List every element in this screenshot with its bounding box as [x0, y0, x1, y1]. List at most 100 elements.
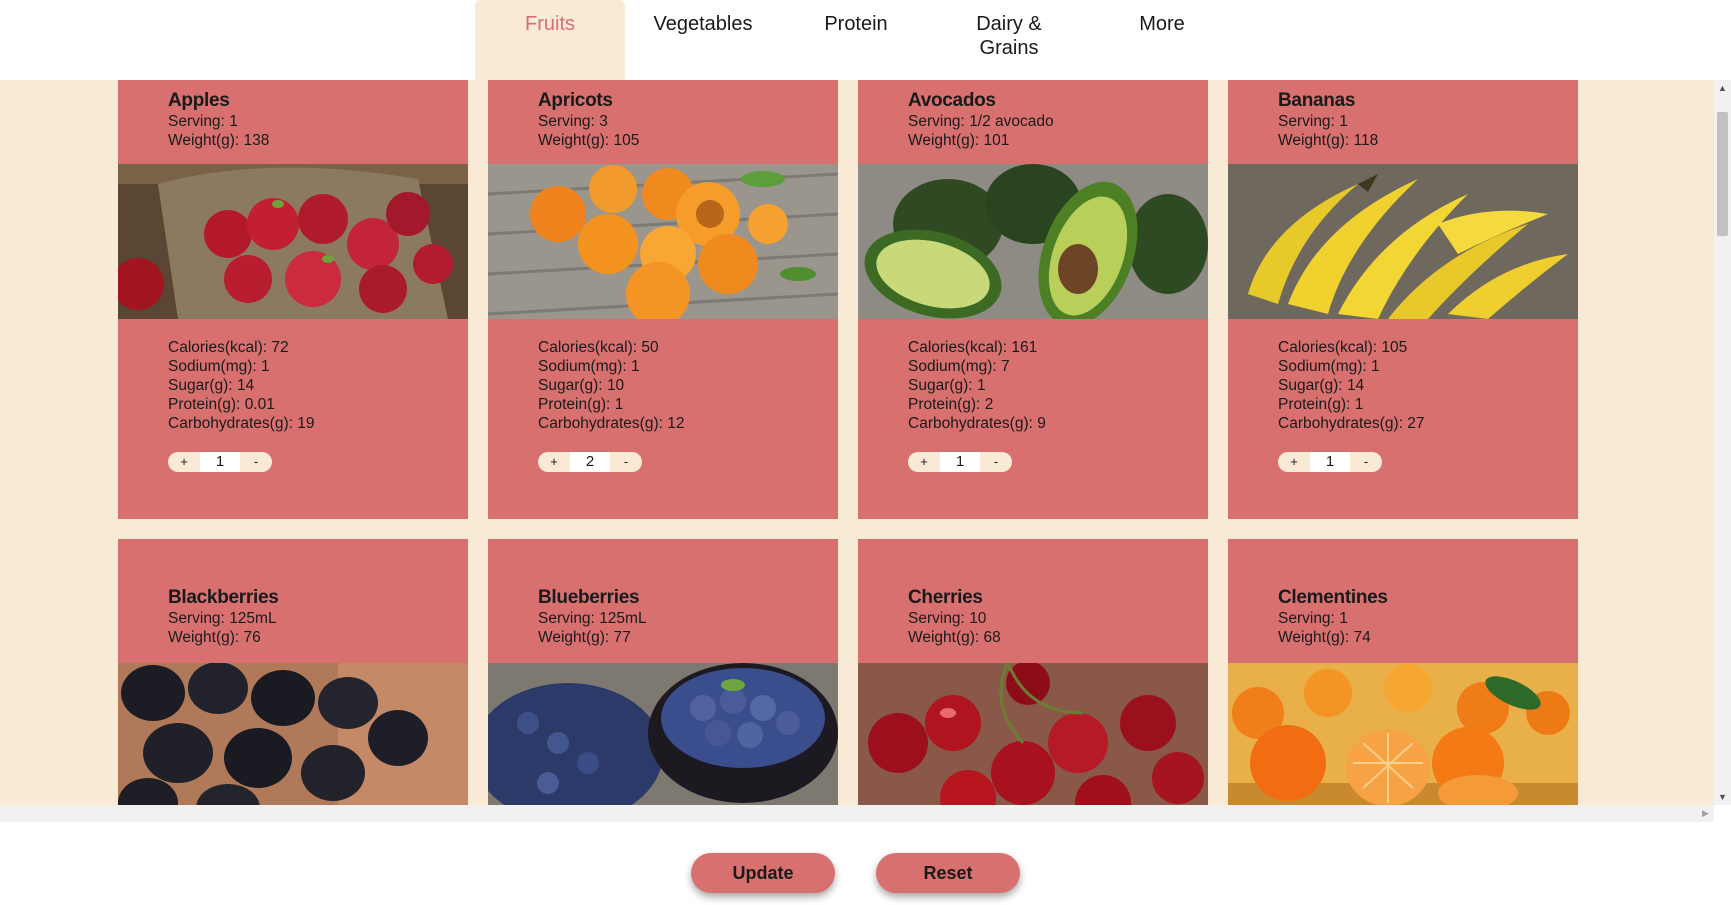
sodium-line: Sodium(mg): 7	[908, 357, 1198, 376]
calories-label: Calories(kcal):	[168, 339, 268, 356]
tab-more[interactable]: More	[1087, 0, 1237, 80]
quantity-value[interactable]: 1	[1310, 452, 1350, 472]
triangle-right-icon[interactable]: ▶	[1697, 805, 1714, 822]
serving-line: Serving: 125mL	[538, 609, 828, 628]
quantity-stepper: + 1 -	[1278, 452, 1382, 472]
food-name: Blueberries	[538, 587, 640, 608]
serving-label: Serving:	[1278, 113, 1335, 130]
nutrition-facts: Calories(kcal): 50 Sodium(mg): 1 Sugar(g…	[538, 338, 828, 433]
serving-label: Serving:	[168, 113, 225, 130]
weight-label: Weight(g):	[908, 629, 980, 646]
weight-line: Weight(g): 138	[168, 131, 458, 150]
serving-value: 1	[1339, 610, 1348, 627]
protein-label: Protein(g):	[908, 396, 981, 413]
weight-label: Weight(g):	[538, 132, 610, 149]
sugar-label: Sugar(g):	[1278, 377, 1343, 394]
vertical-scrollbar[interactable]: ▲ ▼	[1714, 80, 1731, 805]
quantity-stepper: + 1 -	[908, 452, 1012, 472]
weight-line: Weight(g): 76	[168, 628, 458, 647]
sugar-value: 10	[606, 377, 625, 394]
decrement-button[interactable]: -	[1350, 452, 1382, 472]
card-header: Apples Serving: 1 Weight(g): 138	[168, 90, 458, 150]
calories-label: Calories(kcal):	[908, 339, 1008, 356]
serving-line: Serving: 1	[1278, 609, 1568, 628]
increment-button[interactable]: +	[168, 452, 200, 472]
serving-label: Serving:	[168, 610, 225, 627]
calories-line: Calories(kcal): 50	[538, 338, 828, 357]
calories-label: Calories(kcal):	[538, 339, 638, 356]
weight-value: 68	[983, 629, 1001, 646]
food-card-blueberries: Blueberries Serving: 125mL Weight(g): 77	[488, 539, 838, 805]
quantity-value[interactable]: 1	[940, 452, 980, 472]
serving-line: Serving: 1	[168, 112, 458, 131]
carbohydrates-label: Carbohydrates(g):	[538, 415, 663, 432]
calories-label: Calories(kcal):	[1278, 339, 1378, 356]
triangle-down-icon[interactable]: ▼	[1714, 789, 1731, 805]
weight-line: Weight(g): 118	[1278, 131, 1568, 150]
tab-vegetables[interactable]: Vegetables	[628, 0, 778, 80]
decrement-button[interactable]: -	[240, 452, 272, 472]
card-header: Clementines Serving: 1 Weight(g): 74	[1278, 587, 1568, 647]
triangle-up-icon[interactable]: ▲	[1714, 80, 1731, 96]
sodium-line: Sodium(mg): 1	[538, 357, 828, 376]
decrement-button[interactable]: -	[610, 452, 642, 472]
food-name: Apricots	[538, 90, 613, 111]
food-name: Avocados	[908, 90, 996, 111]
food-name: Cherries	[908, 587, 983, 608]
horizontal-scrollbar[interactable]: ▶	[0, 805, 1714, 822]
weight-label: Weight(g):	[538, 629, 610, 646]
bananas-photo	[1228, 164, 1578, 319]
sugar-label: Sugar(g):	[538, 377, 603, 394]
serving-value: 1	[1339, 113, 1348, 130]
sugar-label: Sugar(g):	[908, 377, 973, 394]
protein-value: 0.01	[244, 396, 275, 413]
serving-value: 3	[599, 113, 608, 130]
weight-value: 77	[613, 629, 631, 646]
update-button[interactable]: Update	[691, 853, 835, 893]
serving-label: Serving:	[1278, 610, 1335, 627]
increment-button[interactable]: +	[908, 452, 940, 472]
food-grid: Apples Serving: 1 Weight(g): 138 Calorie…	[0, 80, 1731, 805]
carbohydrates-label: Carbohydrates(g):	[168, 415, 293, 432]
quantity-value[interactable]: 1	[200, 452, 240, 472]
clementines-illustration	[1228, 663, 1578, 805]
serving-line: Serving: 10	[908, 609, 1198, 628]
carbohydrates-line: Carbohydrates(g): 12	[538, 414, 828, 433]
blackberries-illustration	[118, 663, 468, 805]
sugar-line: Sugar(g): 14	[168, 376, 458, 395]
reset-button[interactable]: Reset	[876, 853, 1020, 893]
tab-fruits[interactable]: Fruits	[475, 0, 625, 80]
card-header: Bananas Serving: 1 Weight(g): 118	[1278, 90, 1568, 150]
weight-value: 76	[243, 629, 261, 646]
protein-label: Protein(g):	[538, 396, 611, 413]
food-card-avocados: Avocados Serving: 1/2 avocado Weight(g):…	[858, 80, 1208, 519]
nutrition-facts: Calories(kcal): 161 Sodium(mg): 7 Sugar(…	[908, 338, 1198, 433]
tab-dairy-grains[interactable]: Dairy & Grains	[934, 0, 1084, 80]
calories-line: Calories(kcal): 161	[908, 338, 1198, 357]
scrollbar-thumb[interactable]	[1717, 112, 1728, 236]
weight-value: 138	[243, 132, 270, 149]
sodium-label: Sodium(mg):	[538, 358, 627, 375]
protein-line: Protein(g): 0.01	[168, 395, 458, 414]
blackberries-photo	[118, 663, 468, 805]
food-card-bananas: Bananas Serving: 1 Weight(g): 118 Calori…	[1228, 80, 1578, 519]
sodium-value: 1	[1371, 358, 1380, 375]
weight-line: Weight(g): 105	[538, 131, 828, 150]
food-card-cherries: Cherries Serving: 10 Weight(g): 68	[858, 539, 1208, 805]
carbohydrates-value: 19	[297, 415, 315, 432]
calories-value: 50	[641, 339, 659, 356]
serving-label: Serving:	[538, 113, 595, 130]
quantity-value[interactable]: 2	[570, 452, 610, 472]
serving-label: Serving:	[538, 610, 595, 627]
increment-button[interactable]: +	[538, 452, 570, 472]
decrement-button[interactable]: -	[980, 452, 1012, 472]
weight-label: Weight(g):	[908, 132, 980, 149]
card-header: Avocados Serving: 1/2 avocado Weight(g):…	[908, 90, 1198, 150]
increment-button[interactable]: +	[1278, 452, 1310, 472]
tab-protein[interactable]: Protein	[781, 0, 931, 80]
apricots-photo	[488, 164, 838, 319]
calories-line: Calories(kcal): 105	[1278, 338, 1568, 357]
weight-label: Weight(g):	[1278, 629, 1350, 646]
sugar-value: 14	[1346, 377, 1365, 394]
weight-line: Weight(g): 68	[908, 628, 1198, 647]
